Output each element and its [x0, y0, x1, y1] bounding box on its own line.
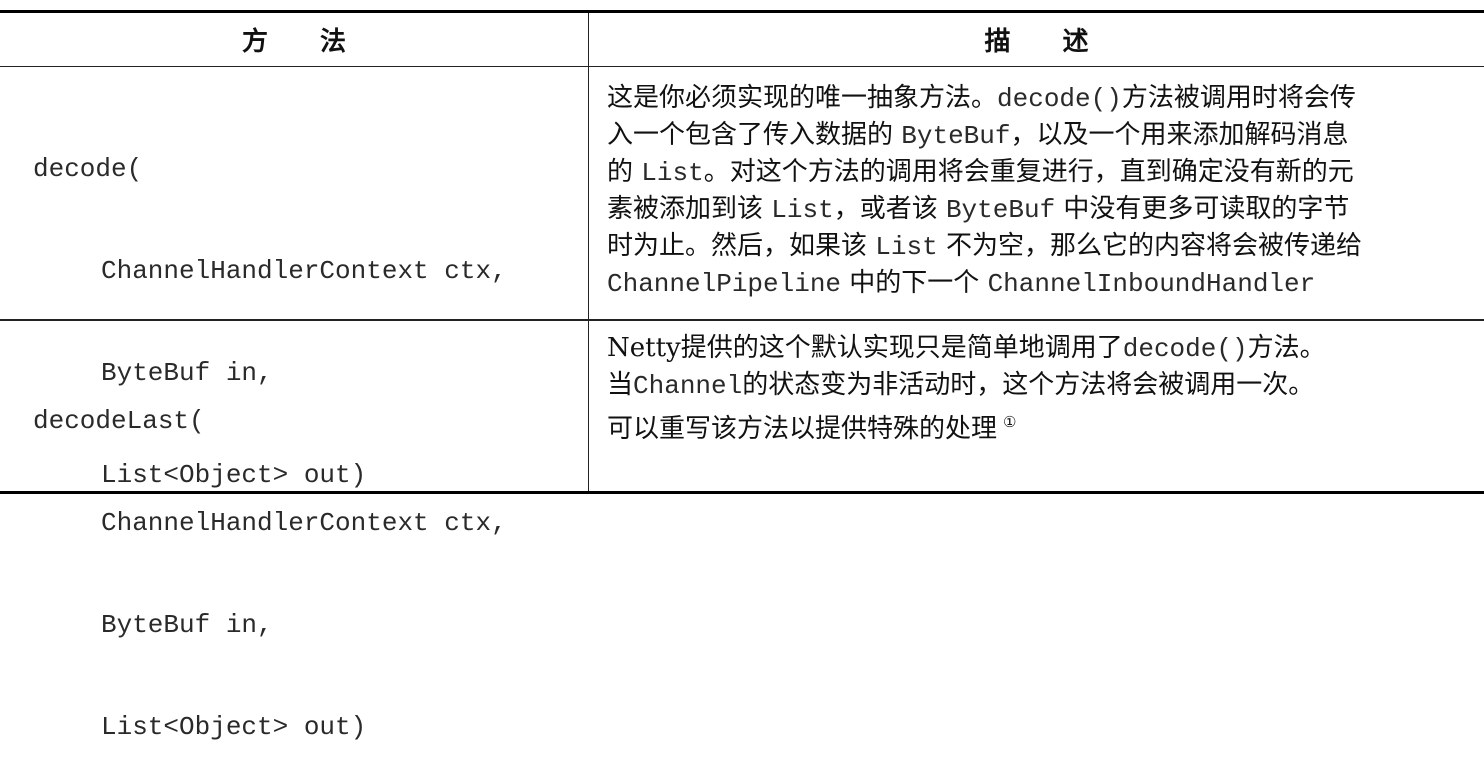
inline-code: ChannelInboundHandler — [987, 269, 1316, 299]
method-description: 这是你必须实现的唯一抽象方法。decode()方法被调用时将会传 入一个包含了传… — [607, 80, 1479, 302]
description-text: Netty提供的这个默认实现只是简单地调用了 — [607, 333, 1123, 363]
description-text: 中的下一个 — [841, 268, 988, 298]
description-text: 的状态变为非活动时，这个方法将会被调用一次。 — [742, 370, 1315, 400]
description-text: 方法。 — [1247, 333, 1326, 363]
description-text: ，以及一个用来添加解码消息 — [1010, 120, 1349, 150]
description-text: 的 — [607, 157, 642, 187]
inline-code: List — [771, 195, 834, 225]
description-text: 这是你必须实现的唯一抽象方法。 — [607, 83, 998, 113]
description-line: 入一个包含了传入数据的 ByteBuf，以及一个用来添加解码消息 — [607, 117, 1479, 154]
inline-code: ChannelPipeline — [607, 269, 842, 299]
description-text: 方法被调用时将会传 — [1121, 83, 1356, 113]
footnote-marker[interactable]: ① — [1003, 413, 1016, 431]
column-divider — [588, 321, 589, 491]
column-header-method: 方 法 — [241, 27, 346, 57]
description-text: 可以重写该方法以提供特殊的处理 — [607, 414, 998, 444]
description-text: 时为止。然后，如果该 — [607, 231, 876, 261]
description-line: 这是你必须实现的唯一抽象方法。decode()方法被调用时将会传 — [607, 80, 1479, 117]
method-param: ChannelHandlerContext ctx, — [101, 256, 507, 286]
method-signature: decodeLast( ChannelHandlerContext ctx, B… — [33, 336, 507, 778]
method-param: List<Object> out) — [101, 712, 367, 742]
description-line: 可以重写该方法以提供特殊的处理 ① — [607, 404, 1479, 444]
description-text: 。对这个方法的调用将会重复进行，直到确定没有新的元 — [703, 157, 1354, 187]
column-header-description: 描 述 — [984, 27, 1089, 57]
inline-code: ByteBuf — [945, 195, 1056, 225]
method-description: Netty提供的这个默认实现只是简单地调用了decode()方法。 当Chann… — [607, 330, 1479, 444]
method-param: ByteBuf in, — [101, 610, 273, 640]
inline-code: Channel — [633, 371, 743, 401]
description-line: ChannelPipeline 中的下一个 ChannelInboundHand… — [607, 265, 1479, 302]
inline-code: decode() — [997, 84, 1122, 114]
table-header-rule — [0, 66, 1484, 67]
description-text: 入一个包含了传入数据的 — [607, 120, 902, 150]
description-line: 素被添加到该 List，或者该 ByteBuf 中没有更多可读取的字节 — [607, 191, 1479, 228]
inline-code: ByteBuf — [901, 121, 1011, 151]
method-param: ChannelHandlerContext ctx, — [101, 508, 507, 538]
description-text: ，或者该 — [833, 194, 946, 224]
inline-code: List — [641, 158, 704, 188]
description-text: 不为空，那么它的内容将会被传递给 — [937, 231, 1362, 261]
description-line: 的 List。对这个方法的调用将会重复进行，直到确定没有新的元 — [607, 154, 1479, 191]
description-line: 时为止。然后，如果该 List 不为空，那么它的内容将会被传递给 — [607, 228, 1479, 265]
inline-code: List — [875, 232, 938, 262]
description-text: 当 — [607, 370, 634, 400]
inline-code: decode() — [1122, 334, 1248, 364]
description-text: 素被添加到该 — [607, 194, 772, 224]
method-name: decodeLast( — [33, 406, 205, 436]
description-line: Netty提供的这个默认实现只是简单地调用了decode()方法。 — [607, 330, 1479, 367]
method-name: decode( — [33, 154, 143, 184]
description-text: 中没有更多可读取的字节 — [1055, 194, 1350, 224]
description-line: 当Channel的状态变为非活动时，这个方法将会被调用一次。 — [607, 367, 1479, 404]
